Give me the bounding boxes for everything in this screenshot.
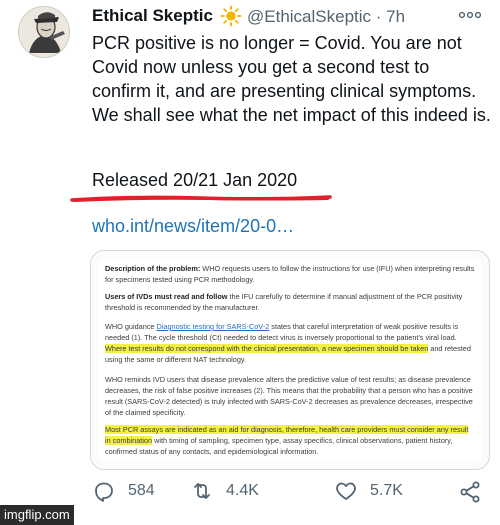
handle-and-time[interactable]: @EthicalSkeptic · 7h: [247, 7, 405, 27]
imgflip-watermark: imgflip.com: [0, 505, 74, 525]
more-options-icon[interactable]: [458, 8, 482, 22]
doc-paragraph-prevalence: WHO reminds IVD users that disease preva…: [105, 375, 473, 417]
doc-paragraph-guidance: WHO guidance Diagnostic testing for SARS…: [105, 321, 475, 365]
author-name[interactable]: Ethical Skeptic: [92, 6, 213, 26]
doc-paragraph-users: Users of IVDs must read and follow the I…: [105, 291, 475, 313]
doc-text-aid-for-diagnosis: with timing of sampling, specimen type, …: [105, 436, 453, 456]
retweet-count: 4.4K: [226, 482, 259, 499]
sun-icon: [220, 5, 242, 27]
document-image-card[interactable]: Description of the problem: WHO requests…: [90, 250, 490, 470]
tweet-action-bar: 584 4.4K 5.7K: [90, 476, 490, 506]
doc-label-description: Description of the problem:: [105, 264, 201, 273]
doc-label-users: Users of IVDs must read and follow: [105, 292, 228, 301]
doc-highlight-new-specimen: Where test results do not correspond wit…: [105, 344, 429, 353]
doc-paragraph-description: Description of the problem: WHO requests…: [105, 263, 475, 285]
reply-icon: [95, 482, 113, 502]
tweet-header: Ethical Skeptic @EthicalSkeptic · 7h: [92, 4, 492, 30]
author-handle[interactable]: @EthicalSkeptic: [247, 7, 371, 26]
document-page: Description of the problem: WHO requests…: [99, 259, 481, 461]
like-button[interactable]: 5.7K: [334, 476, 403, 506]
avatar-illustration: [19, 7, 69, 57]
doc-paragraph-aid-for-diagnosis: Most PCR assays are indicated as an aid …: [105, 424, 475, 457]
separator: ·: [375, 7, 382, 26]
retweet-icon: [194, 483, 210, 499]
tweet-time[interactable]: 7h: [386, 7, 405, 26]
red-underline-scribble: [70, 195, 332, 202]
like-count: 5.7K: [370, 482, 403, 499]
doc-text-guidance-pre: WHO guidance: [105, 322, 157, 331]
avatar[interactable]: [18, 6, 70, 58]
share-icon[interactable]: [458, 480, 482, 504]
doc-link-diagnostic-testing: Diagnostic testing for SARS-CoV-2: [156, 322, 270, 331]
reply-count: 584: [128, 482, 155, 499]
retweet-button[interactable]: 4.4K: [190, 476, 259, 506]
reply-button[interactable]: 584: [92, 476, 155, 506]
released-date-text: Released 20/21 Jan 2020: [92, 170, 298, 190]
tweet-text: PCR positive is no longer = Covid. You a…: [92, 33, 491, 125]
heart-icon: [336, 482, 356, 500]
tweet-link[interactable]: who.int/news/item/20-0…: [92, 216, 294, 237]
